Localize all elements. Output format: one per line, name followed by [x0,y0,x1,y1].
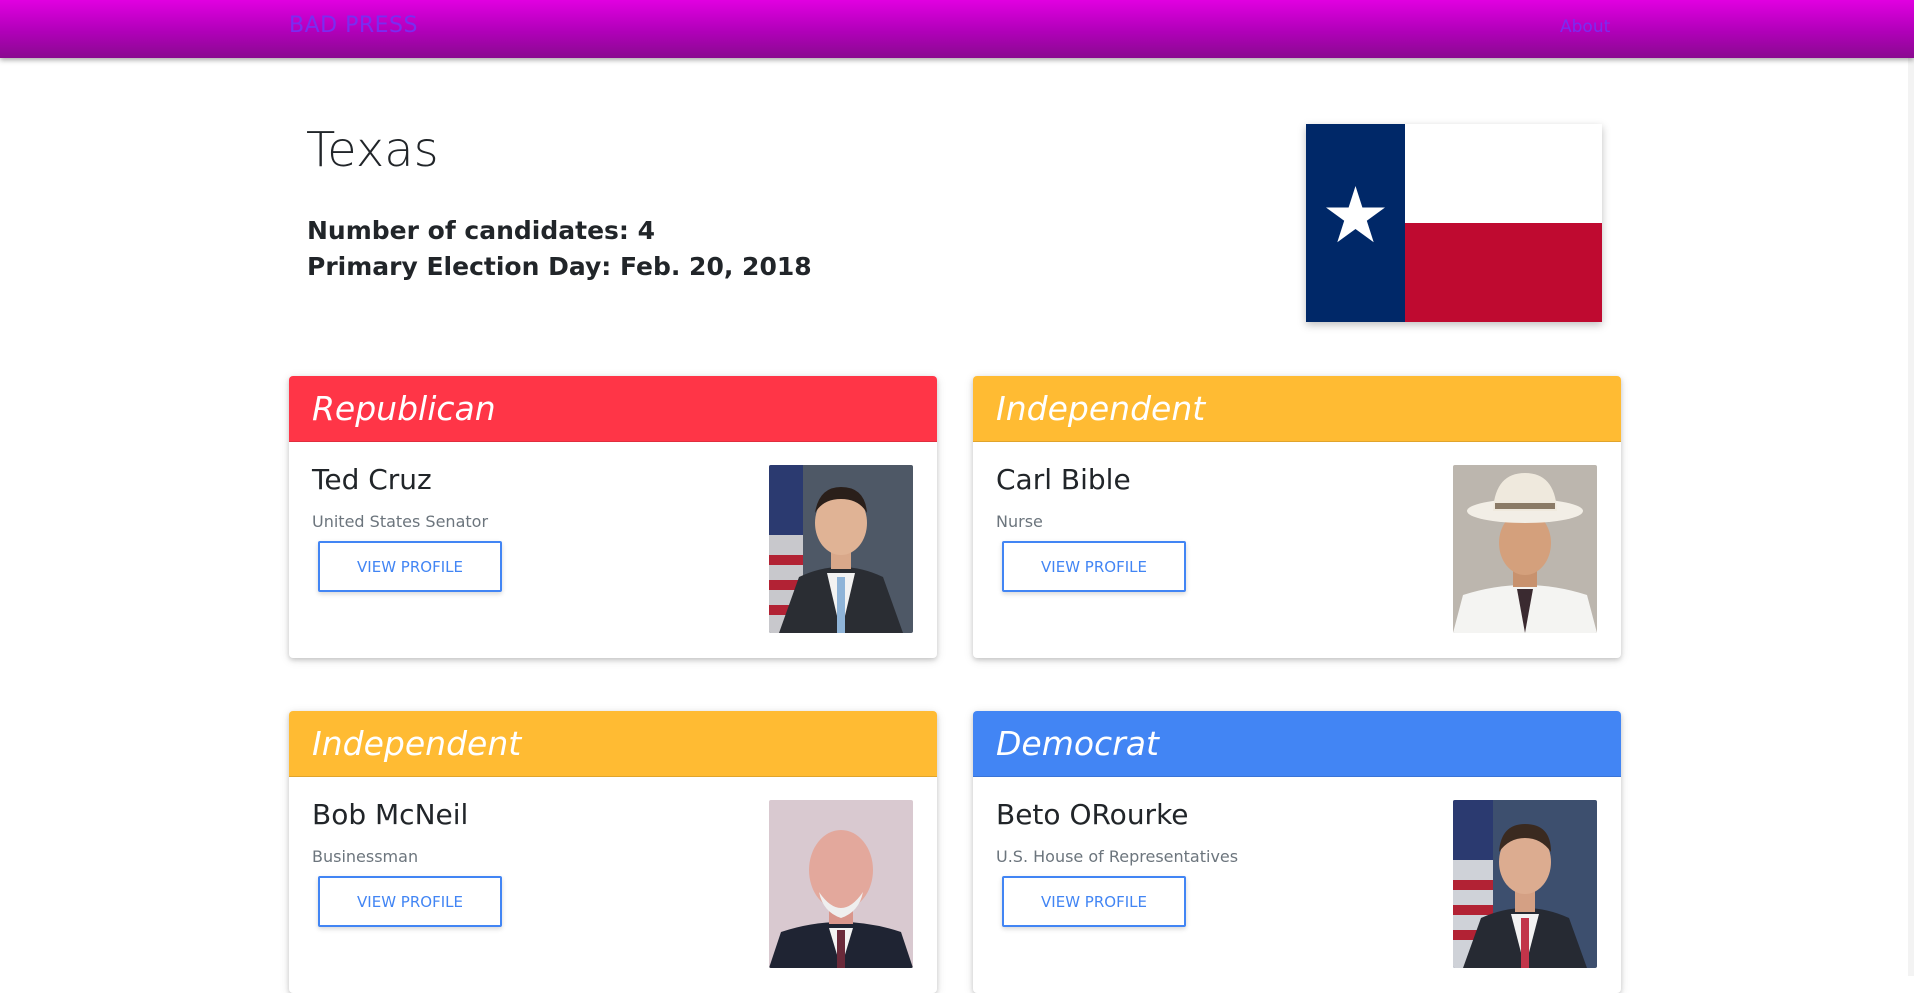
view-profile-button[interactable]: VIEW PROFILE [1002,876,1186,927]
party-header: Independent [289,711,937,777]
candidate-photo [769,465,913,633]
candidate-name: Bob McNeil [312,798,469,831]
candidate-office: Nurse [996,512,1043,531]
nav-about-link[interactable]: About [1560,17,1610,37]
candidate-name: Beto ORourke [996,798,1189,831]
candidate-card: Democrat Beto ORourke U.S. House of Repr… [973,711,1621,993]
state-title: Texas [306,122,439,178]
view-profile-button[interactable]: VIEW PROFILE [318,541,502,592]
texas-flag-image [1306,124,1602,322]
candidate-photo [1453,800,1597,968]
candidate-office: United States Senator [312,512,489,531]
candidate-count: Number of candidates: 4 [307,216,656,245]
candidate-office: U.S. House of Representatives [996,847,1239,866]
election-date: Primary Election Day: Feb. 20, 2018 [307,252,812,281]
candidate-name: Ted Cruz [312,463,432,496]
candidate-office: Businessman [312,847,419,866]
candidate-photo [1453,465,1597,633]
page-scrollbar[interactable] [1908,58,1914,976]
party-header: Democrat [973,711,1621,777]
candidate-card: Republican Ted Cruz United States Senato… [289,376,937,658]
brand-link[interactable]: BAD PRESS [289,13,418,38]
party-header: Republican [289,376,937,442]
candidate-card: Independent Carl Bible Nurse VIEW PROFIL… [973,376,1621,658]
candidate-card: Independent Bob McNeil Businessman VIEW … [289,711,937,993]
party-header: Independent [973,376,1621,442]
view-profile-button[interactable]: VIEW PROFILE [318,876,502,927]
view-profile-button[interactable]: VIEW PROFILE [1002,541,1186,592]
navbar: BAD PRESS About [0,0,1914,58]
candidate-photo [769,800,913,968]
candidate-name: Carl Bible [996,463,1131,496]
